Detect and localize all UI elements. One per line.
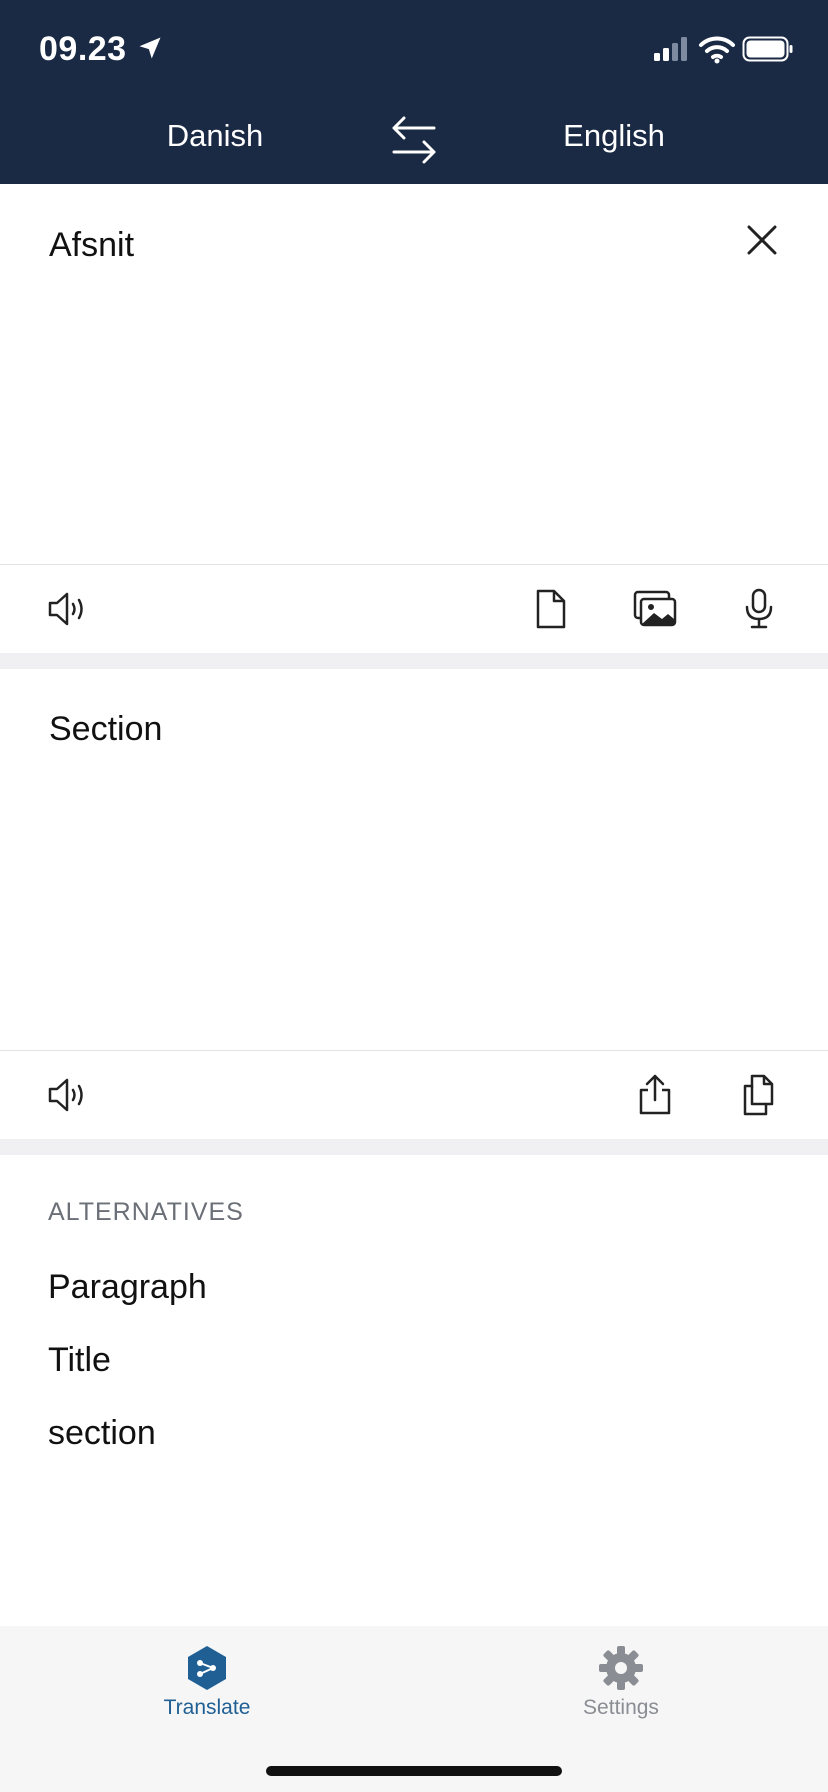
speaker-icon[interactable] bbox=[44, 586, 90, 632]
top-header: 09.23 Danish English bbox=[0, 0, 828, 184]
target-toolbar bbox=[0, 1051, 828, 1139]
gear-icon bbox=[599, 1646, 643, 1690]
source-language-button[interactable]: Danish bbox=[128, 118, 302, 154]
source-input-panel[interactable]: Afsnit bbox=[0, 184, 828, 564]
image-icon[interactable] bbox=[632, 586, 678, 632]
wifi-icon bbox=[699, 36, 735, 64]
status-time: 09.23 bbox=[39, 30, 127, 68]
alternative-item[interactable]: section bbox=[48, 1414, 156, 1453]
home-indicator bbox=[266, 1766, 562, 1776]
alternative-item[interactable]: Paragraph bbox=[48, 1268, 207, 1307]
document-icon[interactable] bbox=[528, 586, 574, 632]
tab-settings-label: Settings bbox=[583, 1696, 659, 1719]
location-arrow-icon bbox=[139, 37, 161, 59]
copy-icon[interactable] bbox=[736, 1072, 782, 1118]
translated-text: Section bbox=[49, 710, 163, 748]
source-text[interactable]: Afsnit bbox=[49, 226, 134, 265]
swap-languages-icon[interactable] bbox=[388, 114, 440, 166]
share-icon[interactable] bbox=[632, 1072, 678, 1118]
cellular-signal-icon bbox=[654, 37, 687, 61]
alternative-item[interactable]: Title bbox=[48, 1341, 111, 1380]
section-separator bbox=[0, 653, 828, 669]
microphone-icon[interactable] bbox=[736, 586, 782, 632]
deepl-translate-icon bbox=[188, 1646, 226, 1690]
source-toolbar bbox=[0, 565, 828, 653]
battery-icon bbox=[742, 36, 793, 62]
speaker-icon[interactable] bbox=[44, 1072, 90, 1118]
tab-translate-label: Translate bbox=[163, 1696, 251, 1719]
alternatives-heading: ALTERNATIVES bbox=[48, 1198, 244, 1226]
target-language-button[interactable]: English bbox=[528, 118, 700, 154]
close-icon[interactable] bbox=[744, 222, 780, 258]
section-separator bbox=[0, 1139, 828, 1155]
